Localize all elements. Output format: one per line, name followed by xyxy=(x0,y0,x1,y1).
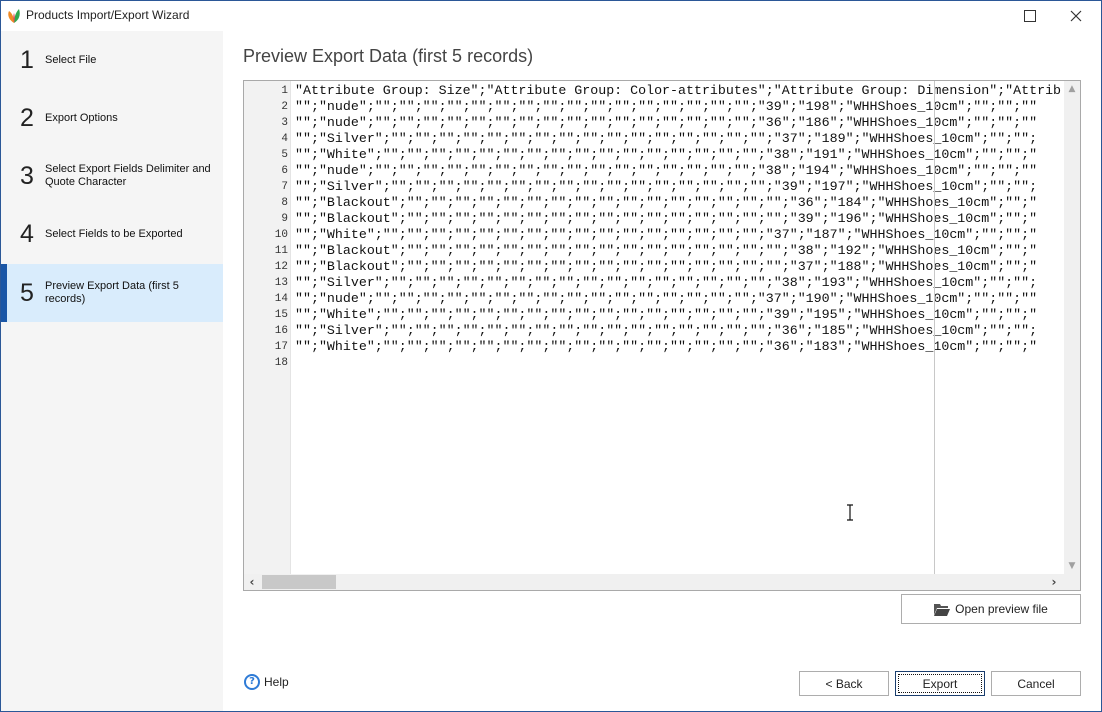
step-number: 5 xyxy=(20,278,34,307)
back-label: < Back xyxy=(825,676,863,691)
right-margin-guide xyxy=(934,81,935,574)
preview-line: "";"Silver";"";"";"";"";"";"";"";"";"";"… xyxy=(295,275,1038,290)
line-number: 16 xyxy=(274,325,288,337)
line-number: 15 xyxy=(274,309,288,321)
preview-line: "Attribute Group: Size";"Attribute Group… xyxy=(295,83,1062,98)
help-icon: ? xyxy=(244,674,260,690)
line-number: 9 xyxy=(281,213,288,225)
scroll-up-icon[interactable]: ▲ xyxy=(1064,81,1080,97)
line-number: 17 xyxy=(274,341,288,353)
preview-line: "";"nude";"";"";"";"";"";"";"";"";"";"";… xyxy=(295,99,1038,114)
line-number: 6 xyxy=(281,165,288,177)
leaf-logo-icon xyxy=(8,9,20,23)
line-number: 11 xyxy=(274,245,288,257)
step-number: 3 xyxy=(20,161,34,190)
title-bar: Products Import/Export Wizard xyxy=(1,1,1101,31)
step-number: 4 xyxy=(20,219,34,248)
close-button[interactable] xyxy=(1053,1,1099,31)
step-label: Preview Export Data (first 5 records) xyxy=(45,280,179,305)
export-button[interactable]: Export xyxy=(895,671,985,696)
line-number: 5 xyxy=(281,149,288,161)
line-number-gutter: 1 2 3 4 5 6 7 8 9 10 11 12 13 14 15 16 17 18 xyxy=(244,81,291,574)
preview-line: "";"nude";"";"";"";"";"";"";"";"";"";"";… xyxy=(295,163,1038,178)
open-preview-file-button[interactable]: Open preview file xyxy=(901,594,1081,624)
preview-line: "";"Blackout";"";"";"";"";"";"";"";"";""… xyxy=(295,243,1038,258)
preview-line: "";"nude";"";"";"";"";"";"";"";"";"";"";… xyxy=(295,291,1038,306)
preview-line: "";"Silver";"";"";"";"";"";"";"";"";"";"… xyxy=(295,179,1038,194)
horizontal-scroll-thumb[interactable] xyxy=(262,575,336,589)
line-number: 7 xyxy=(281,181,288,193)
step-select-fields[interactable]: 4 Select Fields to be Exported xyxy=(1,205,223,263)
line-number: 4 xyxy=(281,133,288,145)
line-number: 18 xyxy=(274,357,288,369)
back-button[interactable]: < Back xyxy=(799,671,889,696)
line-number: 14 xyxy=(274,293,288,305)
preview-line: "";"Blackout";"";"";"";"";"";"";"";"";""… xyxy=(295,259,1038,274)
line-numbers: 1 2 3 4 5 6 7 8 9 10 11 12 13 14 15 16 17 18 xyxy=(244,83,288,371)
line-number: 3 xyxy=(281,117,288,129)
wizard-window: Products Import/Export Wizard 1 Select F… xyxy=(0,0,1102,712)
text-cursor-icon xyxy=(847,504,853,521)
close-icon xyxy=(1070,10,1082,22)
line-number: 2 xyxy=(281,101,288,113)
focus-rectangle xyxy=(898,674,982,693)
step-label: Select Export Fields Delimiter and Quote… xyxy=(45,163,211,188)
window-title: Products Import/Export Wizard xyxy=(26,8,190,22)
line-number: 12 xyxy=(274,261,288,273)
step-select-file[interactable]: 1 Select File xyxy=(1,31,223,89)
page-title: Preview Export Data (first 5 records) xyxy=(243,46,534,66)
step-delimiter-quote[interactable]: 3 Select Export Fields Delimiter and Quo… xyxy=(1,147,223,205)
step-preview-export-data[interactable]: 5 Preview Export Data (first 5 records) xyxy=(1,264,223,322)
line-number: 1 xyxy=(281,85,288,97)
line-number: 8 xyxy=(281,197,288,209)
preview-line: "";"nude";"";"";"";"";"";"";"";"";"";"";… xyxy=(295,115,1038,130)
preview-line: "";"White";"";"";"";"";"";"";"";"";"";""… xyxy=(295,147,1038,162)
preview-content[interactable]: "Attribute Group: Size";"Attribute Group… xyxy=(295,83,1063,573)
step-label: Export Options xyxy=(45,111,118,124)
help-link[interactable]: ? Help xyxy=(244,674,289,690)
horizontal-scrollbar[interactable]: ‹ › xyxy=(244,574,1064,590)
preview-line: "";"Silver";"";"";"";"";"";"";"";"";"";"… xyxy=(295,323,1038,338)
cancel-label: Cancel xyxy=(1017,676,1055,691)
step-export-options[interactable]: 2 Export Options xyxy=(1,89,223,147)
maximize-icon xyxy=(1024,10,1036,22)
preview-line: "";"White";"";"";"";"";"";"";"";"";"";""… xyxy=(295,339,1038,354)
scroll-left-icon[interactable]: ‹ xyxy=(244,574,260,590)
scrollbar-corner xyxy=(1064,574,1080,590)
folder-open-icon xyxy=(934,603,951,616)
preview-line: "";"White";"";"";"";"";"";"";"";"";"";""… xyxy=(295,307,1038,322)
line-number: 10 xyxy=(274,229,288,241)
preview-line: "";"Silver";"";"";"";"";"";"";"";"";"";"… xyxy=(295,131,1038,146)
step-number: 2 xyxy=(20,103,34,132)
line-number: 13 xyxy=(274,277,288,289)
wizard-steps-sidebar: 1 Select File 2 Export Options 3 Select … xyxy=(1,31,223,711)
preview-line xyxy=(295,355,1063,371)
help-label: Help xyxy=(264,675,289,689)
step-label: Select Fields to be Exported xyxy=(45,227,183,240)
scroll-down-icon[interactable]: ▼ xyxy=(1064,558,1080,574)
preview-line: "";"White";"";"";"";"";"";"";"";"";"";""… xyxy=(295,227,1038,242)
preview-line: "";"Blackout";"";"";"";"";"";"";"";"";""… xyxy=(295,195,1038,210)
scroll-right-icon[interactable]: › xyxy=(1046,574,1062,590)
vertical-scrollbar[interactable]: ▲ ▼ xyxy=(1064,81,1080,574)
cancel-button[interactable]: Cancel xyxy=(991,671,1081,696)
maximize-button[interactable] xyxy=(1007,1,1053,31)
step-number: 1 xyxy=(20,45,34,74)
preview-text-editor[interactable]: 1 2 3 4 5 6 7 8 9 10 11 12 13 14 15 16 17 18 "Attribute G… xyxy=(243,80,1081,591)
open-preview-file-label: Open preview file xyxy=(955,602,1048,616)
preview-line: "";"Blackout";"";"";"";"";"";"";"";"";""… xyxy=(295,211,1038,226)
step-label: Select File xyxy=(45,53,97,66)
